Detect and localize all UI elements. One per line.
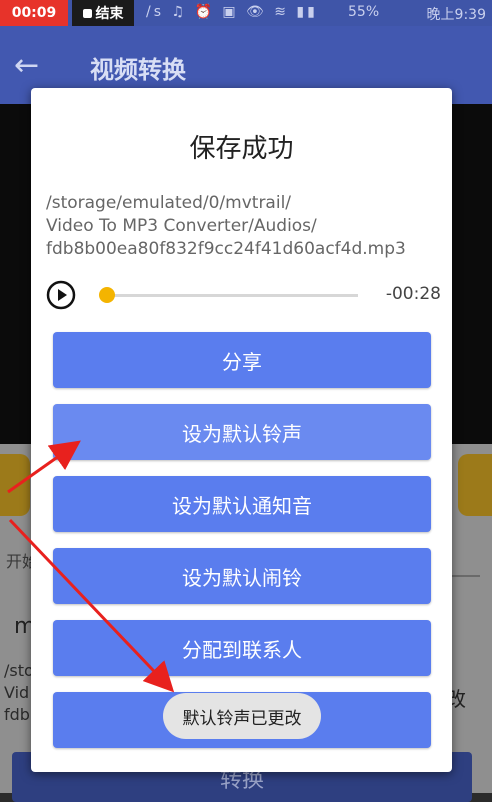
assign-contact-label: 分配到联系人 [182, 637, 302, 662]
assign-contact-button[interactable]: 分配到联系人 [53, 620, 431, 676]
set-alarm-button[interactable]: 设为默认闹铃 [53, 548, 431, 604]
set-ringtone-button[interactable]: 设为默认铃声 [53, 404, 431, 460]
stop-icon [82, 8, 92, 18]
seek-thumb[interactable] [99, 287, 115, 303]
share-button[interactable]: 分享 [53, 332, 431, 388]
share-button-label: 分享 [222, 349, 262, 374]
save-success-dialog: 保存成功 /storage/emulated/0/mvtrail/ Video … [31, 88, 452, 772]
background-button-left [0, 454, 30, 516]
status-time: 00:09 [11, 5, 57, 21]
background-button-right [458, 454, 492, 516]
toast-message: 默认铃声已更改 [163, 693, 321, 739]
status-icons: /s ♫ ⏰ ▣ 👁 ≋ ▮▮ [146, 4, 318, 20]
status-clock: 晚上9:39 [426, 7, 486, 23]
play-icon[interactable] [46, 280, 76, 310]
set-alarm-label: 设为默认闹铃 [182, 565, 302, 590]
status-bar: 00:09 结束 /s ♫ ⏰ ▣ 👁 ≋ ▮▮ 55% 晚上9:39 [0, 0, 492, 26]
back-arrow-icon[interactable]: ← [14, 48, 39, 83]
set-notification-button[interactable]: 设为默认通知音 [53, 476, 431, 532]
battery-level: 55% [348, 4, 380, 20]
background-path: /sto Vid fdb [4, 661, 34, 724]
seek-bar[interactable] [102, 294, 358, 297]
end-recording-button[interactable]: 结束 [72, 0, 134, 26]
set-notification-label: 设为默认通知音 [172, 493, 312, 518]
recording-time-badge[interactable]: 00:09 [0, 0, 68, 26]
page-title: 视频转换 [90, 56, 186, 84]
file-path: /storage/emulated/0/mvtrail/ Video To MP… [46, 193, 406, 259]
end-recording-label: 结束 [95, 6, 124, 22]
time-remaining: -00:28 [385, 284, 441, 304]
set-ringtone-label: 设为默认铃声 [182, 421, 302, 446]
dialog-title: 保存成功 [189, 134, 294, 164]
audio-player: -00:28 [46, 278, 441, 312]
